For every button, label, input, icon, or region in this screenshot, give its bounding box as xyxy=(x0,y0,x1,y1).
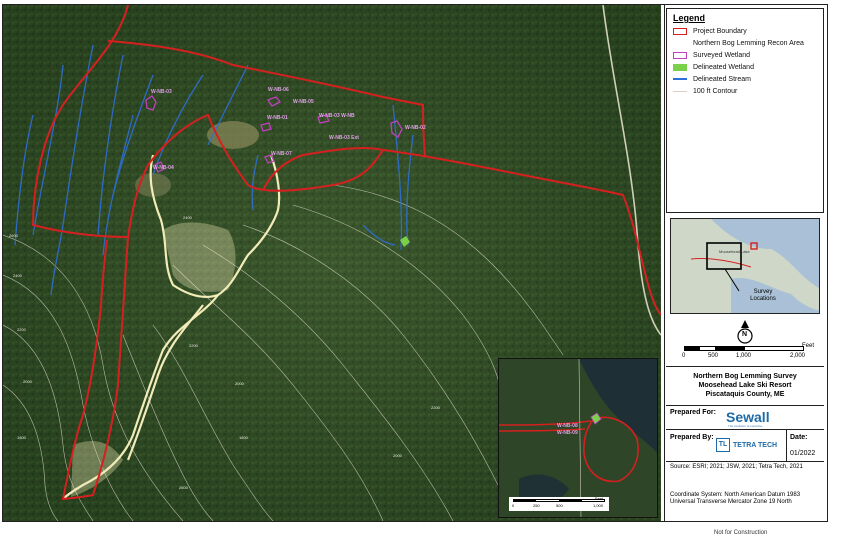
wetland-label: W-NB-07 xyxy=(271,151,292,157)
scale-tick: 0 xyxy=(682,353,686,359)
prepared-by-label: Prepared By: xyxy=(670,434,714,441)
title-line: Moosehead Lake Ski Resort xyxy=(698,382,792,389)
inset-scale-tick: 500 xyxy=(556,503,563,508)
surveyed-wetland-swatch xyxy=(673,51,687,59)
legend-title: Legend xyxy=(673,13,706,23)
scale-bar-graphic xyxy=(684,346,804,351)
legend: Legend Project Boundary Northern Bog Lem… xyxy=(666,8,824,213)
wetland-label: W-NB-03 W-NB xyxy=(319,113,355,119)
coordinate-system-text: Coordinate System: North American Datum … xyxy=(670,492,801,505)
locator-place-label: Moosehead Lake xyxy=(719,249,750,254)
recon-area-swatch xyxy=(673,40,687,47)
locator-map[interactable]: Moosehead Lake Survey Locations xyxy=(670,218,820,314)
sewall-tagline: The evolution of expertise xyxy=(728,424,763,428)
legend-label: Northern Bog Lemming Recon Area xyxy=(693,39,804,47)
clearing xyxy=(207,121,259,149)
date-value: 01/2022 xyxy=(790,450,816,457)
contour-label: 2600 xyxy=(9,233,18,238)
inset-scale-tick: 1,000 xyxy=(593,503,604,508)
inset-scale-bar: 0 250 500 1,000 Feet xyxy=(509,496,609,511)
project-boundary-swatch xyxy=(673,27,687,35)
scale-tick: 500 xyxy=(708,353,719,359)
inset-canvas xyxy=(499,359,657,517)
inset-wetland-label: W-NB-08 xyxy=(557,423,578,429)
contour-label: 2400 xyxy=(13,273,22,278)
legend-item: Northern Bog Lemming Recon Area xyxy=(673,38,804,48)
legend-label: Project Boundary xyxy=(693,27,747,35)
wetland-label: W-NB-03 Ext xyxy=(329,135,359,141)
wetland-label: W-NB-05 xyxy=(293,99,314,105)
inset-map[interactable]: W-NB-08 W-NB-09 0 250 500 1,000 Feet xyxy=(498,358,658,518)
locator-label: Survey Locations xyxy=(750,289,776,302)
wetland-label: W-NB-02 xyxy=(405,125,426,131)
source-text: Source: ESRI; 2021; JSW, 2021; Tetra Tec… xyxy=(670,464,803,470)
scale-bar: 0 500 1,000 2,000 Feet xyxy=(682,343,815,366)
legend-label: Delineated Wetland xyxy=(693,63,754,71)
title-line: Piscataquis County, ME xyxy=(705,391,785,398)
legend-label: Delineated Stream xyxy=(693,75,751,83)
contour-label: 2200 xyxy=(189,343,198,348)
title-line: Northern Bog Lemming Survey xyxy=(693,373,797,380)
title-block: Northern Bog Lemming Survey Moosehead La… xyxy=(666,366,824,406)
contour-label: 1800 xyxy=(17,435,26,440)
prepared-by-block: Prepared By: TL TETRA TECH Date: 01/2022 xyxy=(666,430,824,462)
inset-scale-tick: 0 xyxy=(512,503,515,508)
tetra-tech-mark-icon: TL xyxy=(716,438,730,452)
prepared-for-label: Prepared For: xyxy=(670,409,716,416)
contour-label: 2000 xyxy=(23,379,32,384)
wetland-label: W-NB-06 xyxy=(268,87,289,93)
north-letter: N xyxy=(742,331,748,338)
scale-unit: Feet xyxy=(802,343,815,349)
legend-label: Surveyed Wetland xyxy=(693,51,751,59)
divider xyxy=(786,430,787,462)
tetra-tech-logo: TL TETRA TECH xyxy=(716,438,777,452)
contour-label: 2200 xyxy=(431,405,440,410)
tetra-tech-name: TETRA TECH xyxy=(733,441,778,449)
legend-item: Surveyed Wetland xyxy=(673,50,750,60)
contour-label: 1800 xyxy=(239,435,248,440)
inset-scale-unit: Feet xyxy=(595,496,604,501)
legend-item: Delineated Stream xyxy=(673,74,751,84)
scale-tick: 2,000 xyxy=(790,353,806,359)
north-arrow: N xyxy=(735,320,755,346)
stream-swatch xyxy=(673,78,687,80)
contour-label: 2400 xyxy=(183,215,192,220)
legend-item: Delineated Wetland xyxy=(673,62,754,72)
legend-label: 100 ft Contour xyxy=(693,87,738,95)
contour-label: 2200 xyxy=(17,327,26,332)
footer-note: Not for Construction xyxy=(714,530,768,536)
sewall-logo: Sewall xyxy=(726,409,770,425)
contour-label: 2000 xyxy=(393,453,402,458)
contour-label: 2000 xyxy=(235,381,244,386)
scale-tick: 1,000 xyxy=(736,353,752,359)
wetland-label: W-NB-04 xyxy=(153,165,174,171)
date-label: Date: xyxy=(790,434,808,441)
wetland-label: W-NB-03 xyxy=(151,89,172,95)
wetland-label: W-NB-01 xyxy=(267,115,288,121)
prepared-for-block: Prepared For: Sewall The evolution of ex… xyxy=(666,406,824,430)
contour-label: 2600 xyxy=(179,485,188,490)
contour-swatch xyxy=(673,90,687,92)
delineated-wetland-swatch xyxy=(673,63,687,71)
legend-item: 100 ft Contour xyxy=(673,86,737,96)
legend-item: Project Boundary xyxy=(673,26,747,36)
inset-scale-tick: 250 xyxy=(533,503,540,508)
inset-wetland-label: W-NB-09 xyxy=(557,430,578,436)
